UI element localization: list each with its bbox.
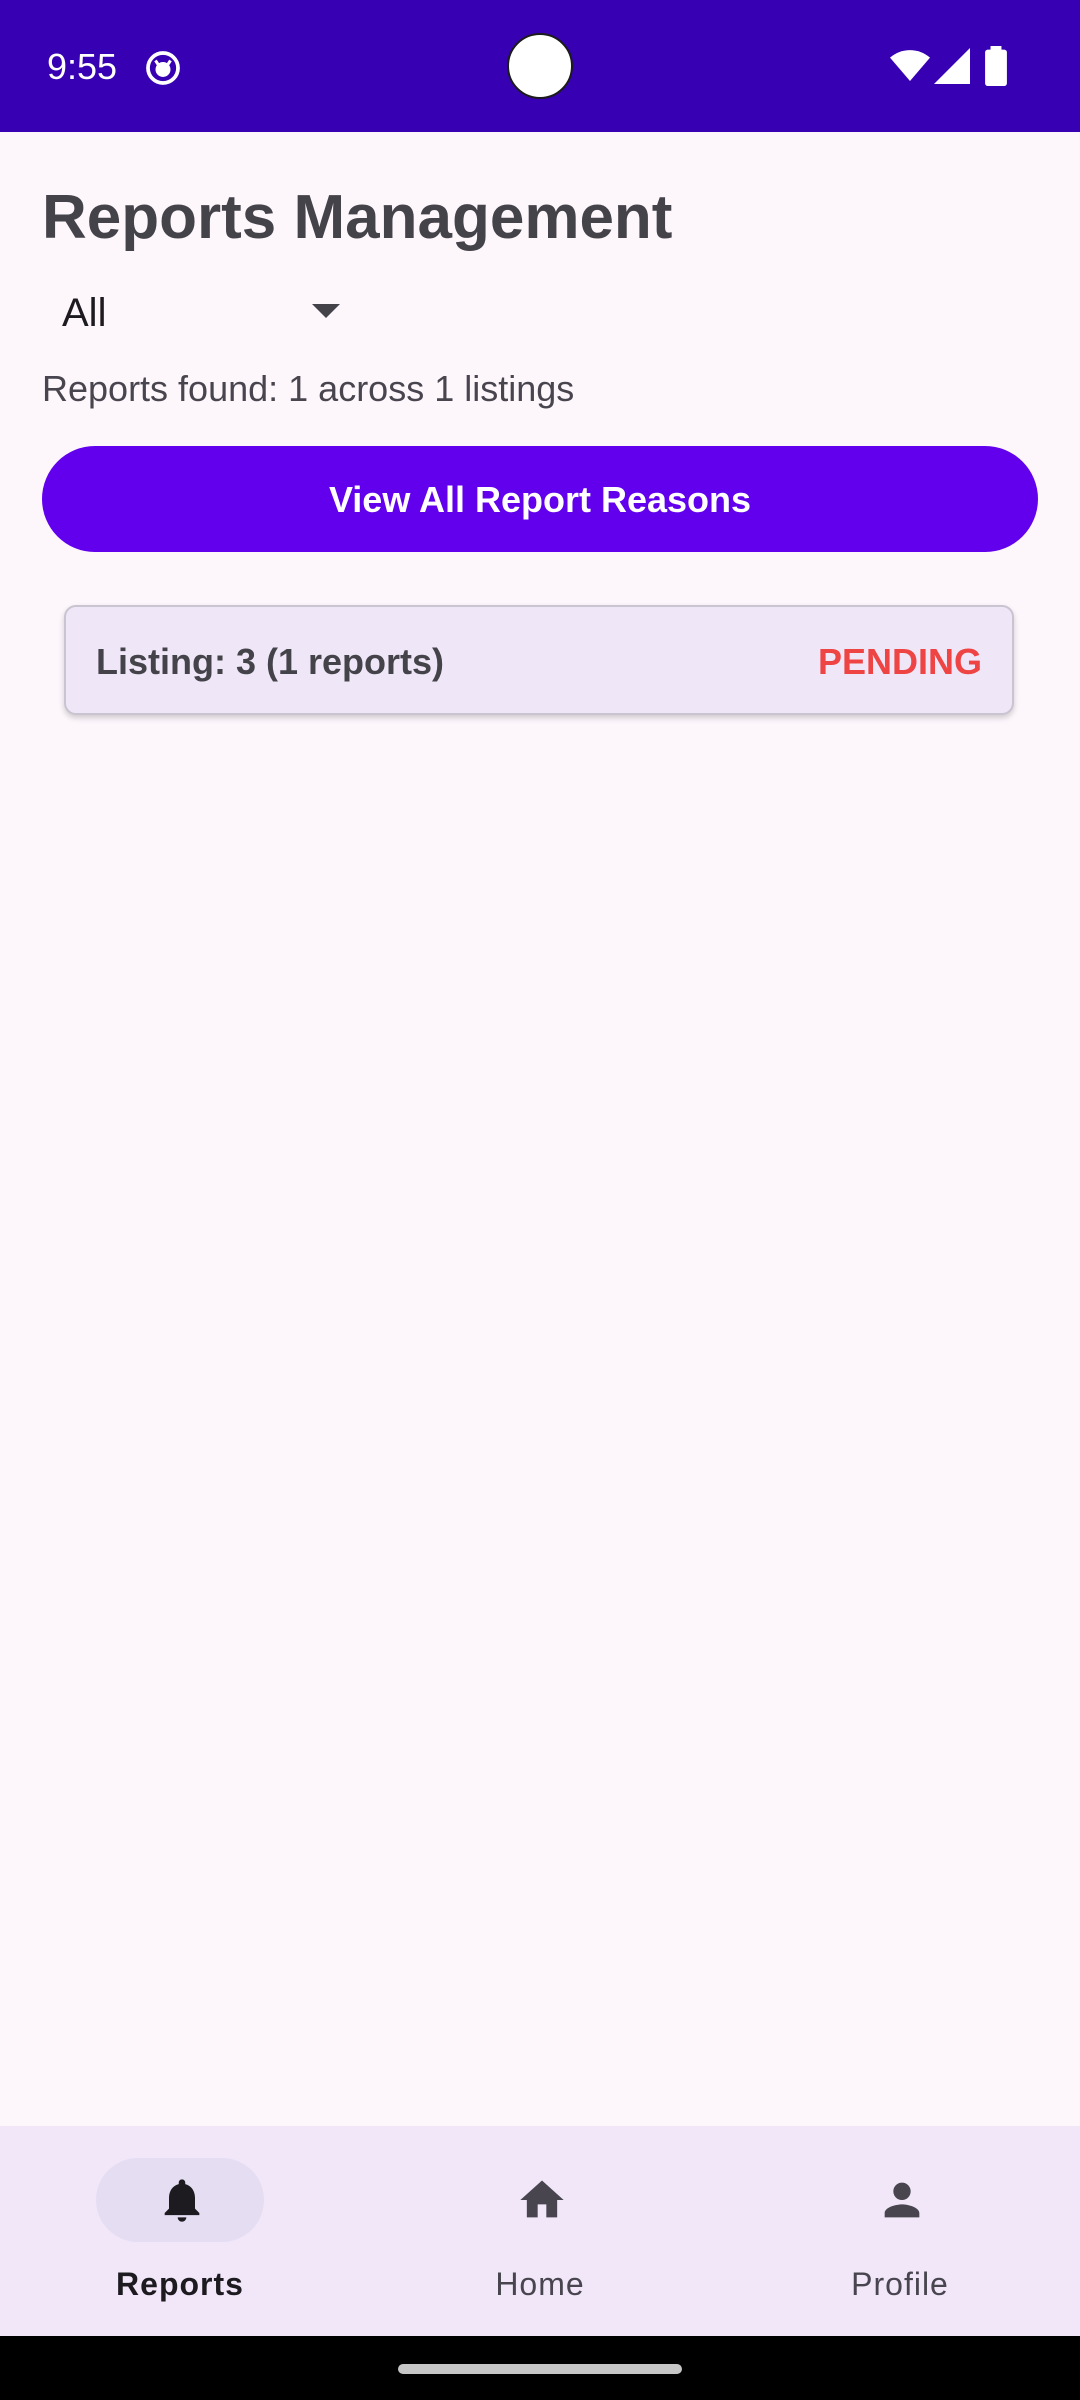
nav-label-profile: Profile (851, 2266, 949, 2302)
dropdown-arrow-icon (312, 304, 340, 318)
listing-title: Listing: 3 (1 reports) (96, 641, 445, 682)
bell-icon (164, 2179, 200, 2222)
page-title: Reports Management (42, 183, 673, 252)
signal-icon (934, 48, 970, 84)
person-icon (884, 2182, 920, 2218)
camera-cutout (507, 33, 573, 99)
home-icon (520, 2180, 564, 2218)
system-gesture-area (0, 2336, 1080, 2400)
nav-label-reports: Reports (116, 2266, 244, 2302)
listing-status-badge: PENDING (817, 641, 982, 682)
bottom-navigation-bar: Reports Home Profile (0, 2126, 1080, 2336)
wifi-icon (890, 50, 930, 81)
listing-card[interactable]: Listing: 3 (1 reports) PENDING (64, 605, 1014, 715)
nav-item-reports[interactable]: Reports (0, 2126, 360, 2336)
nav-item-home[interactable]: Home (360, 2126, 720, 2336)
nav-item-profile[interactable]: Profile (720, 2126, 1080, 2336)
filter-selected-value: All (62, 291, 107, 335)
battery-icon (985, 46, 1007, 86)
view-all-report-reasons-button[interactable]: View All Report Reasons (42, 446, 1038, 552)
status-bar: 9:55 (0, 0, 1080, 132)
app-notification-icon (146, 51, 180, 85)
status-filter-dropdown[interactable]: All (42, 278, 362, 348)
reports-count-text: Reports found: 1 across 1 listings (42, 368, 575, 409)
nav-label-home: Home (495, 2266, 585, 2302)
status-time: 9:55 (47, 46, 118, 87)
gesture-handle[interactable] (398, 2364, 682, 2374)
